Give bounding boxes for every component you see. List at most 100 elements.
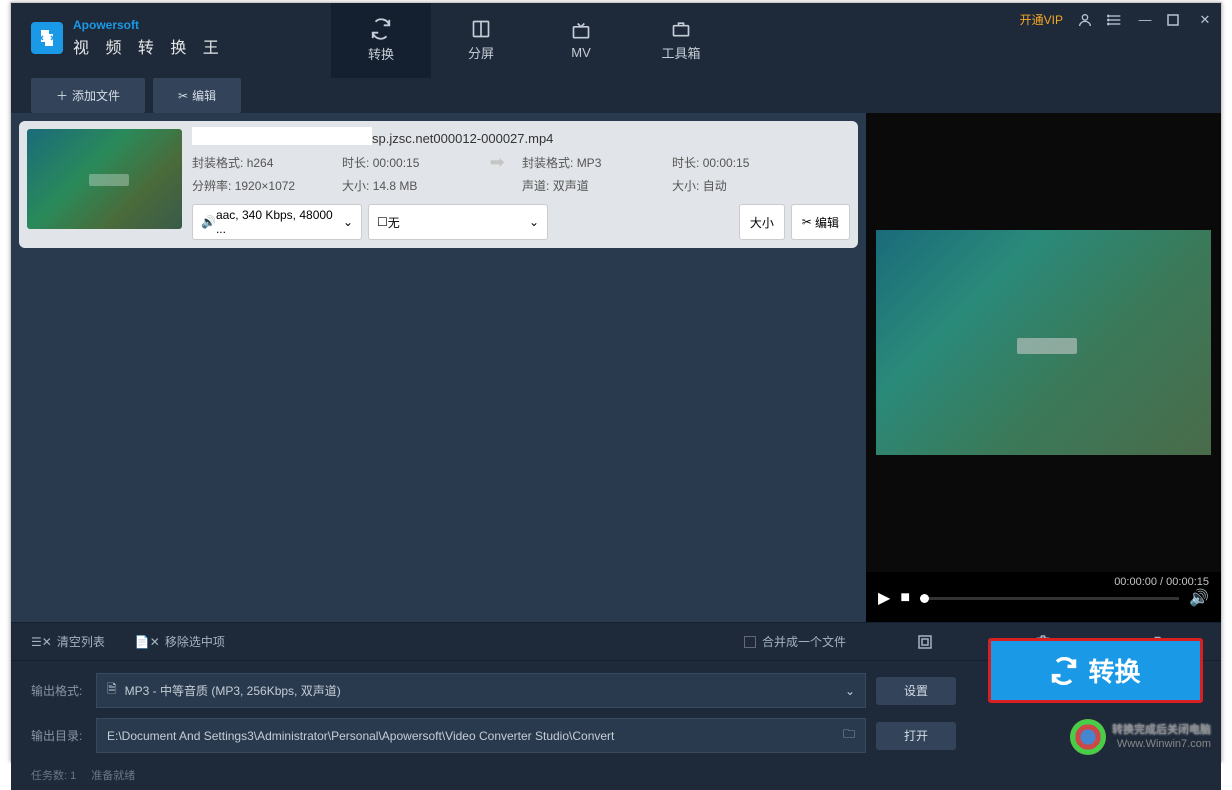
refresh-icon [370,18,392,40]
toolbox-icon [671,19,691,39]
add-file-button[interactable]: ＋添加文件 [31,78,145,113]
nav-toolbox[interactable]: 工具箱 [631,3,731,78]
main-area: sp.jzsc.net000012-000027.mp4 封装格式: h264 … [11,113,1221,622]
label: 输出格式: [31,682,86,699]
chevron-down-icon: ⌄ [529,215,539,229]
subtitle-icon: ☐ [377,215,388,229]
progress-handle[interactable] [920,594,929,603]
play-bar: 00:00:00 / 00:00:15 ▶ ■ 🔊 [866,572,1221,622]
vip-link[interactable]: 开通VIP [1020,11,1063,28]
label: 清空列表 [57,633,105,650]
btn-label: 大小 [750,214,774,231]
nav-label: 工具箱 [661,43,700,62]
btn-label: 转换 [1088,652,1140,689]
merge-option[interactable]: 合并成一个文件 [744,633,846,650]
value: 14.8 MB [373,179,418,193]
file-list-panel: sp.jzsc.net000012-000027.mp4 封装格式: h264 … [11,113,866,622]
status-bar: 任务数: 1 准备就绪 [11,760,1221,790]
chevron-down-icon: ⌄ [845,684,855,698]
nav-mv[interactable]: MV [531,3,631,78]
label: 时长: [342,156,369,170]
nav-convert[interactable]: 转换 [331,3,431,78]
btn-label: 编辑 [815,214,839,231]
logo-icon [31,22,63,54]
filename-text: sp.jzsc.net000012-000027.mp4 [372,131,553,146]
dir-value: E:\Document And Settings3\Administrator\… [107,729,614,743]
remove-icon: 📄✕ [135,635,160,649]
nav-label: 转换 [368,44,394,63]
nav-label: 分屏 [468,43,494,62]
file-controls: 🔊aac, 340 Kbps, 48000 ...⌄ ☐无⌄ 大小 ✂编辑 [192,204,850,240]
label: 合并成一个文件 [762,633,846,650]
app-window: Apowersoft 视 频 转 换 王 转换 分屏 MV 工具箱 开 [10,2,1222,762]
open-folder-button[interactable]: 打开 [876,722,956,750]
clear-list-button[interactable]: ☰✕清空列表 [31,633,105,650]
label: 时长: [672,156,699,170]
status-text: 准备就绪 [91,767,135,783]
speaker-icon: 🔊 [201,215,216,229]
value: 1920×1072 [235,179,295,193]
convert-button[interactable]: 转换 [988,638,1203,703]
volume-icon[interactable]: 🔊 [1189,588,1209,608]
value: 00:00:15 [373,156,420,170]
output-dir-row: 输出目录: E:\Document And Settings3\Administ… [31,718,1201,753]
value: 00:00:15 [703,156,750,170]
merge-checkbox[interactable] [744,636,756,648]
edit-clip-button[interactable]: ✂编辑 [791,204,850,240]
format-icon: 🗎 [107,680,117,701]
stop-icon[interactable]: ■ [900,589,910,607]
scissors-icon: ✂ [178,89,188,103]
nav-split[interactable]: 分屏 [431,3,531,78]
toolbar: ＋添加文件 ✂ 编辑 [11,78,1221,113]
value: 自动 [703,179,727,193]
browse-icon: 🗀 [843,725,855,746]
wm-line2: Www.Winwin7.com [1112,737,1211,751]
select-value: 无 [388,214,400,231]
minimize-icon[interactable]: — [1137,12,1153,27]
edit-button[interactable]: ✂ 编辑 [153,78,241,113]
info-row: 封装格式: h264 时长: 00:00:15 ➡ 封装格式: MP3 时长: … [192,152,850,173]
label: 输出目录: [31,727,86,744]
file-info: sp.jzsc.net000012-000027.mp4 封装格式: h264 … [192,129,850,240]
file-card[interactable]: sp.jzsc.net000012-000027.mp4 封装格式: h264 … [19,121,858,248]
menu-icon[interactable] [1107,12,1123,28]
watermark-text: 转换完成后关闭电脑 Www.Winwin7.com [1112,723,1211,752]
user-icon[interactable] [1077,12,1093,28]
progress-bar[interactable] [920,597,1179,600]
arrow-icon: ➡ [472,152,522,173]
preview-panel: 00:00:00 / 00:00:15 ▶ ■ 🔊 [866,113,1221,622]
file-name: sp.jzsc.net000012-000027.mp4 [192,129,850,148]
split-icon [471,19,491,39]
remove-selected-button[interactable]: 📄✕ 移除选中项 [135,633,225,650]
play-icon[interactable]: ▶ [878,588,890,608]
select-value: aac, 340 Kbps, 48000 ... [216,208,343,236]
info-row: 分辨率: 1920×1072 大小: 14.8 MB 声道: 双声道 大小: 自… [192,177,850,194]
windows-logo-icon [1070,719,1106,755]
value: h264 [247,156,274,170]
resize-button[interactable]: 大小 [739,204,785,240]
video-frame [876,230,1211,455]
window-controls: 开通VIP — ✕ [1020,11,1213,28]
settings-button[interactable]: 设置 [876,677,956,705]
chevron-down-icon: ⌄ [343,215,353,229]
fullscreen-icon[interactable] [916,633,934,651]
scissors-icon: ✂ [802,215,812,229]
output-format-select[interactable]: 🗎 MP3 - 中等音质 (MP3, 256Kbps, 双声道) ⌄ [96,673,866,708]
brand-name: Apowersoft [73,18,225,32]
label: 移除选中项 [165,633,225,650]
btn-label: 编辑 [192,87,216,104]
maximize-icon[interactable] [1167,14,1183,26]
value: MP3 [577,156,602,170]
app-title: 视 频 转 换 王 [73,34,225,58]
titlebar: Apowersoft 视 频 转 换 王 转换 分屏 MV 工具箱 开 [11,3,1221,78]
value: 双声道 [553,179,589,193]
close-icon[interactable]: ✕ [1197,12,1213,28]
label: 大小: [672,179,699,193]
video-area[interactable] [866,113,1221,572]
plus-icon: ＋ [56,87,68,104]
subtitle-select[interactable]: ☐无 ⌄ [368,204,548,240]
nav-label: MV [571,45,591,60]
file-thumbnail[interactable] [27,129,182,229]
output-dir-field[interactable]: E:\Document And Settings3\Administrator\… [96,718,866,753]
audio-select[interactable]: 🔊aac, 340 Kbps, 48000 ...⌄ [192,204,362,240]
